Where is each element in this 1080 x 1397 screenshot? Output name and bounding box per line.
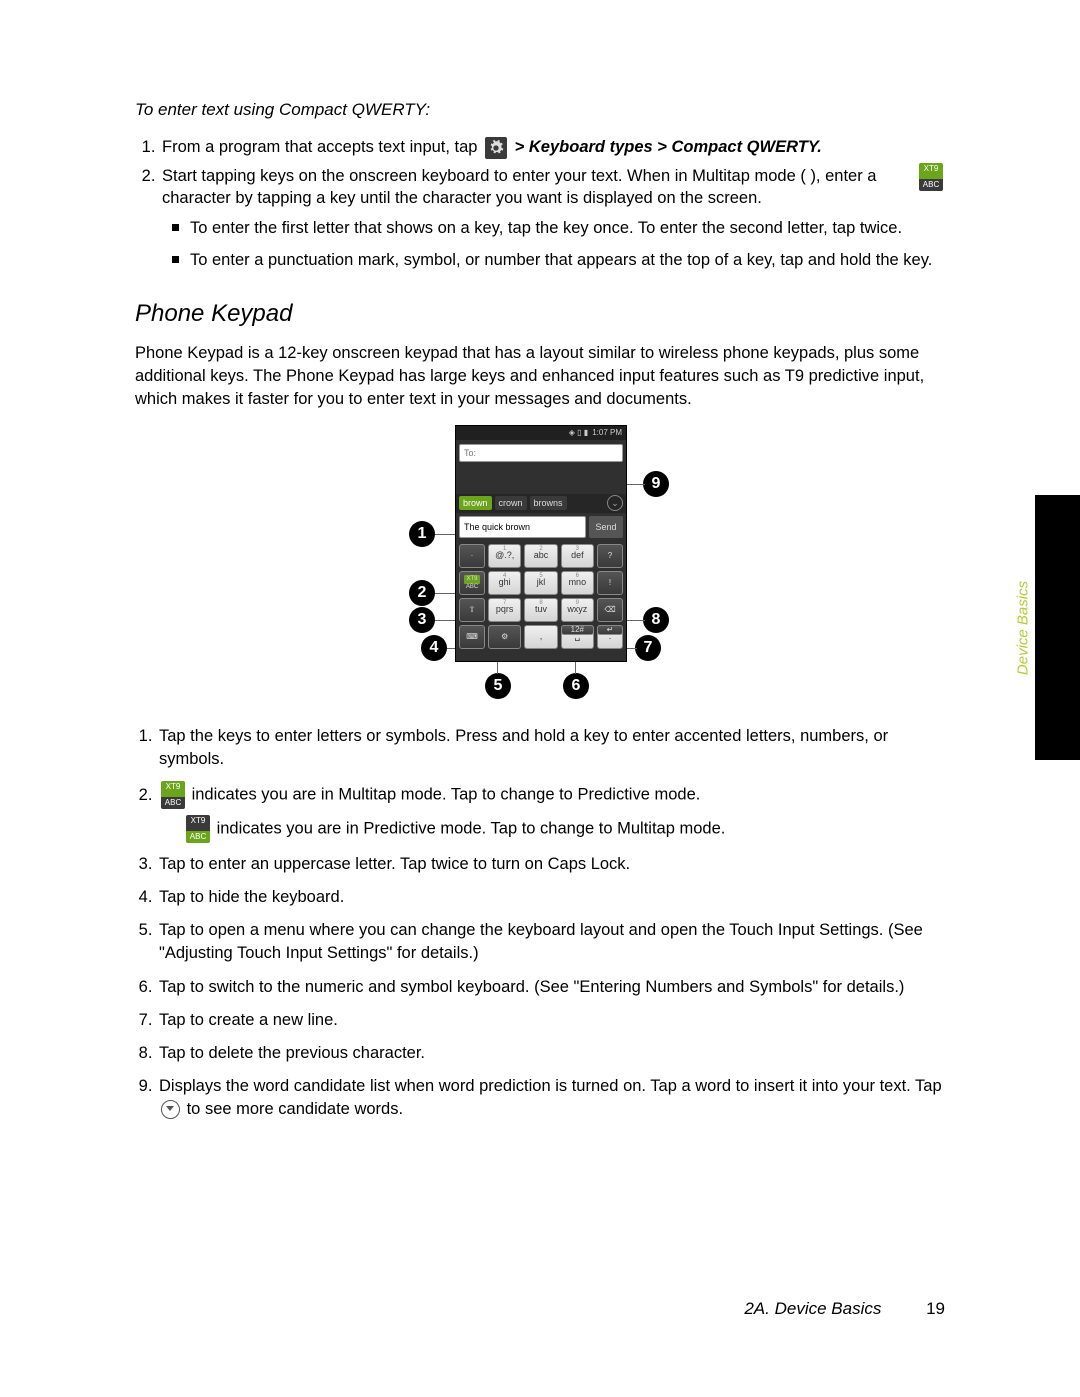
key-ghi[interactable]: 4ghi	[488, 571, 521, 595]
to-row	[456, 440, 626, 464]
key-hide[interactable]: ⌨	[459, 625, 485, 649]
legend-7: Tap to create a new line.	[157, 1009, 945, 1032]
message-area	[456, 464, 626, 494]
candidate-word[interactable]: crown	[495, 496, 527, 510]
keypad-legend: Tap the keys to enter letters or symbols…	[135, 725, 945, 1121]
gear-icon	[485, 137, 507, 159]
callout-5: 5	[485, 673, 511, 699]
sub-1: To enter the first letter that shows on …	[190, 217, 945, 239]
leader	[497, 662, 498, 674]
xt9-multitap-icon: XT9 ABC	[919, 163, 943, 191]
legend-2b-text: indicates you are in Predictive mode. Ta…	[217, 820, 726, 838]
keypad: · 1@.?, 2abc 3def ? XT9ABC 4ghi 5jkl 6mn…	[456, 541, 626, 652]
key-wxyz[interactable]: 9wxyz	[561, 598, 594, 622]
more-candidates-icon[interactable]: ⌄	[607, 495, 623, 511]
legend-2b: XT9 ABC indicates you are in Predictive …	[184, 815, 945, 843]
more-candidates-icon	[161, 1100, 180, 1119]
to-field[interactable]	[459, 444, 623, 462]
legend-4: Tap to hide the keyboard.	[157, 886, 945, 909]
section-heading: Phone Keypad	[135, 300, 945, 328]
step-2-sublist: To enter the first letter that shows on …	[162, 217, 945, 272]
footer-page: 19	[926, 1299, 945, 1318]
page-footer: 2A. Device Basics 19	[0, 1299, 1080, 1319]
key-jkl[interactable]: 5jkl	[524, 571, 557, 595]
callout-3: 3	[409, 607, 435, 633]
status-time: 1:07 PM	[592, 428, 622, 437]
keypad-diagram: 1 2 3 4 5 6 7 8 9 ◈ ▯ ▮ 1:07 PM brown	[379, 425, 701, 705]
legend-9a-text: Displays the word candidate list when wo…	[159, 1077, 942, 1095]
send-button[interactable]: Send	[589, 516, 623, 538]
legend-2a-text: indicates you are in Multitap mode. Tap …	[192, 786, 701, 804]
callout-7: 7	[635, 635, 661, 661]
compose-field[interactable]	[459, 516, 586, 538]
candidate-bar: brown crown browns ⌄	[456, 494, 626, 513]
legend-6: Tap to switch to the numeric and symbol …	[157, 976, 945, 999]
legend-9: Displays the word candidate list when wo…	[157, 1075, 945, 1121]
xt9-top: XT9	[919, 163, 943, 179]
key-def[interactable]: 3def	[561, 544, 594, 568]
key-mode-xt9[interactable]: XT9ABC	[459, 571, 485, 595]
intro-heading: To enter text using Compact QWERTY:	[135, 100, 945, 120]
key-at[interactable]: 1@.?,	[488, 544, 521, 568]
compose-row: Send	[456, 513, 626, 541]
side-tab: Device Basics	[1035, 495, 1080, 760]
page: Device Basics To enter text using Compac…	[0, 0, 1080, 1397]
key-settings[interactable]: ⚙	[488, 625, 521, 649]
intro-steps: From a program that accepts text input, …	[135, 136, 945, 272]
callout-6: 6	[563, 673, 589, 699]
key-exclaim[interactable]: !	[597, 571, 623, 595]
key-shift[interactable]: ⇧	[459, 598, 485, 622]
callout-4: 4	[421, 635, 447, 661]
key-backspace[interactable]: ⌫	[597, 598, 623, 622]
callout-8: 8	[643, 607, 669, 633]
key-mno[interactable]: 6mno	[561, 571, 594, 595]
step-1: From a program that accepts text input, …	[160, 136, 945, 159]
legend-9b-text: to see more candidate words.	[187, 1100, 403, 1118]
key-voice[interactable]: ·	[459, 544, 485, 568]
status-bar: ◈ ▯ ▮ 1:07 PM	[456, 426, 626, 440]
status-icons: ◈ ▯ ▮	[569, 428, 588, 437]
legend-3: Tap to enter an uppercase letter. Tap tw…	[157, 853, 945, 876]
xt9-bot: ABC	[919, 179, 943, 191]
legend-1: Tap the keys to enter letters or symbols…	[157, 725, 945, 771]
side-tab-label: Device Basics	[1014, 580, 1031, 674]
leader	[575, 662, 576, 674]
step-2-text-a: Start tapping keys on the onscreen keybo…	[162, 167, 810, 185]
key-question[interactable]: ?	[597, 544, 623, 568]
xt9-predictive-icon: XT9 ABC	[186, 815, 210, 843]
step-2: Start tapping keys on the onscreen keybo…	[160, 165, 945, 272]
sub-2: To enter a punctuation mark, symbol, or …	[190, 249, 945, 271]
phone-mockup: ◈ ▯ ▮ 1:07 PM brown crown browns ⌄ Send …	[455, 425, 627, 662]
section-body: Phone Keypad is a 12-key onscreen keypad…	[135, 342, 945, 411]
key-enter[interactable]: ↵	[597, 625, 623, 635]
step-1-path: > Keyboard types > Compact QWERTY.	[515, 138, 822, 156]
callout-2: 2	[409, 580, 435, 606]
key-pqrs[interactable]: 7pqrs	[488, 598, 521, 622]
key-numsym[interactable]: 12#	[561, 625, 594, 635]
key-tuv[interactable]: 8tuv	[524, 598, 557, 622]
candidate-word[interactable]: browns	[530, 496, 567, 510]
xt9-multitap-icon: XT9 ABC	[161, 781, 185, 809]
legend-8: Tap to delete the previous character.	[157, 1042, 945, 1065]
callout-1: 1	[409, 521, 435, 547]
legend-2: XT9 ABC indicates you are in Multitap mo…	[157, 781, 945, 843]
step-1-text-a: From a program that accepts text input, …	[162, 138, 482, 156]
candidate-word[interactable]: brown	[459, 496, 492, 510]
key-comma[interactable]: ,	[524, 625, 557, 649]
footer-section: 2A. Device Basics	[744, 1299, 881, 1318]
key-abc[interactable]: 2abc	[524, 544, 557, 568]
callout-9: 9	[643, 471, 669, 497]
legend-5: Tap to open a menu where you can change …	[157, 919, 945, 965]
